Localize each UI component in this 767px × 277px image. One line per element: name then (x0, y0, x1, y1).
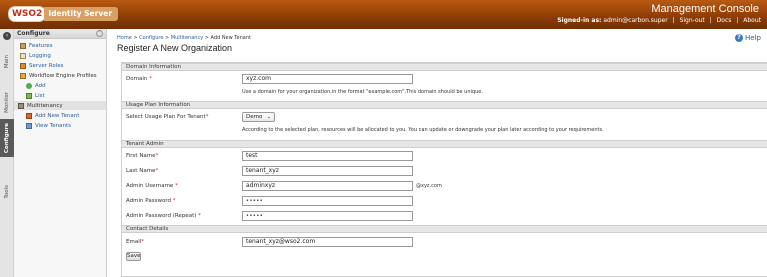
breadcrumb-current: Add New Tenant (210, 35, 251, 41)
wso2-logo[interactable]: WSO2 Identity Server (8, 6, 119, 22)
docs-link[interactable]: Docs (717, 17, 732, 24)
chevron-down-icon: ⌄ (266, 114, 271, 120)
menu-header[interactable]: Configure ^ (14, 29, 106, 39)
help-icon: ? (735, 34, 744, 42)
multitenancy-icon (18, 102, 24, 109)
list-icon (26, 92, 32, 99)
collapse-menu-icon[interactable]: ‹ (3, 32, 11, 40)
main-content: Home > Configure > Multitenancy > Add Ne… (107, 29, 767, 277)
admin-password-repeat-label: Admin Password (Repeat) * (126, 213, 201, 219)
section-domain-information: Domain Information (122, 63, 767, 71)
chevron-up-icon[interactable]: ^ (96, 30, 103, 37)
domain-input[interactable]: xyz.com (242, 74, 413, 84)
menu-item-list[interactable]: List (26, 91, 45, 100)
features-icon (20, 42, 26, 49)
breadcrumb-multitenancy[interactable]: Multitenancy (171, 35, 203, 41)
section-contact-details: Contact Details (122, 225, 767, 233)
last-name-input[interactable]: tenant_xyz (242, 166, 413, 176)
menu-item-add[interactable]: Add (26, 81, 46, 90)
logo-product: Identity Server (44, 7, 119, 21)
logging-icon (20, 52, 26, 59)
breadcrumb: Home > Configure > Multitenancy > Add Ne… (117, 35, 251, 41)
left-menu: Configure ^ Features Logging Server Role… (14, 29, 107, 277)
domain-label: Domain * (126, 76, 152, 82)
usage-plan-hint: According to the selected plan, resource… (242, 127, 604, 133)
tab-main[interactable]: Main (0, 47, 14, 77)
sign-out-link[interactable]: Sign-out (680, 17, 705, 24)
admin-username-label: Admin Username * (126, 183, 178, 189)
first-name-input[interactable]: test (242, 151, 413, 161)
usage-plan-select[interactable]: Demo ⌄ (242, 112, 275, 122)
menu-item-server-roles[interactable]: Server Roles (20, 61, 64, 70)
menu-item-logging[interactable]: Logging (20, 51, 51, 60)
first-name-label: First Name* (126, 153, 159, 159)
section-usage-plan: Usage Plan Information (122, 101, 767, 109)
tab-tools[interactable]: Tools (0, 177, 14, 207)
username-domain-suffix: @xyz.com (416, 183, 442, 189)
user-links: Signed-in as: admin@carbon.super | Sign-… (557, 17, 761, 24)
console-title: Management Console (651, 3, 759, 15)
workflow-icon (20, 72, 26, 79)
menu-item-workflow[interactable]: Workflow Engine Profiles (20, 71, 97, 80)
menu-item-features[interactable]: Features (20, 41, 53, 50)
breadcrumb-home[interactable]: Home (117, 35, 132, 41)
top-header: WSO2 Identity Server Management Console … (0, 0, 767, 29)
admin-password-label: Admin Password * (126, 198, 176, 204)
server-roles-icon (20, 62, 26, 69)
menu-item-add-new-tenant[interactable]: Add New Tenant (26, 111, 79, 120)
tab-monitor[interactable]: Monitor (0, 87, 14, 117)
save-button[interactable]: Save (126, 252, 141, 261)
add-icon (26, 82, 32, 89)
breadcrumb-configure[interactable]: Configure (139, 35, 163, 41)
about-link[interactable]: About (743, 17, 761, 24)
admin-username-input[interactable]: adminxyz (242, 181, 413, 191)
register-tenant-form: Domain Information Domain * xyz.com Use … (121, 62, 767, 277)
last-name-label: Last Name* (126, 168, 159, 174)
logo-brand: WSO2 (8, 6, 47, 22)
vertical-tab-bar: ‹ Main Monitor Configure Tools (0, 29, 14, 277)
email-input[interactable]: tenant_xyz@wso2.com (242, 237, 413, 247)
admin-password-input[interactable]: ••••• (242, 196, 413, 206)
tab-configure[interactable]: Configure (0, 119, 14, 157)
domain-hint: Use a domain for your organization,in th… (242, 89, 483, 95)
admin-password-repeat-input[interactable]: ••••• (242, 211, 413, 221)
usage-plan-label: Select Usage Plan For Tenant* (126, 114, 209, 120)
menu-title: Configure (17, 30, 50, 37)
signed-in-label: Signed-in as: (557, 17, 602, 24)
menu-item-multitenancy[interactable]: Multitenancy (14, 101, 106, 110)
signed-in-user: admin@carbon.super (603, 17, 668, 24)
page-title: Register A New Organization (117, 43, 233, 53)
section-tenant-admin: Tenant Admin (122, 140, 767, 148)
view-tenants-icon (26, 122, 32, 129)
email-label: Email* (126, 239, 145, 245)
help-link[interactable]: ? Help (735, 34, 761, 42)
menu-item-view-tenants[interactable]: View Tenants (26, 121, 71, 130)
add-tenant-icon (26, 112, 32, 119)
